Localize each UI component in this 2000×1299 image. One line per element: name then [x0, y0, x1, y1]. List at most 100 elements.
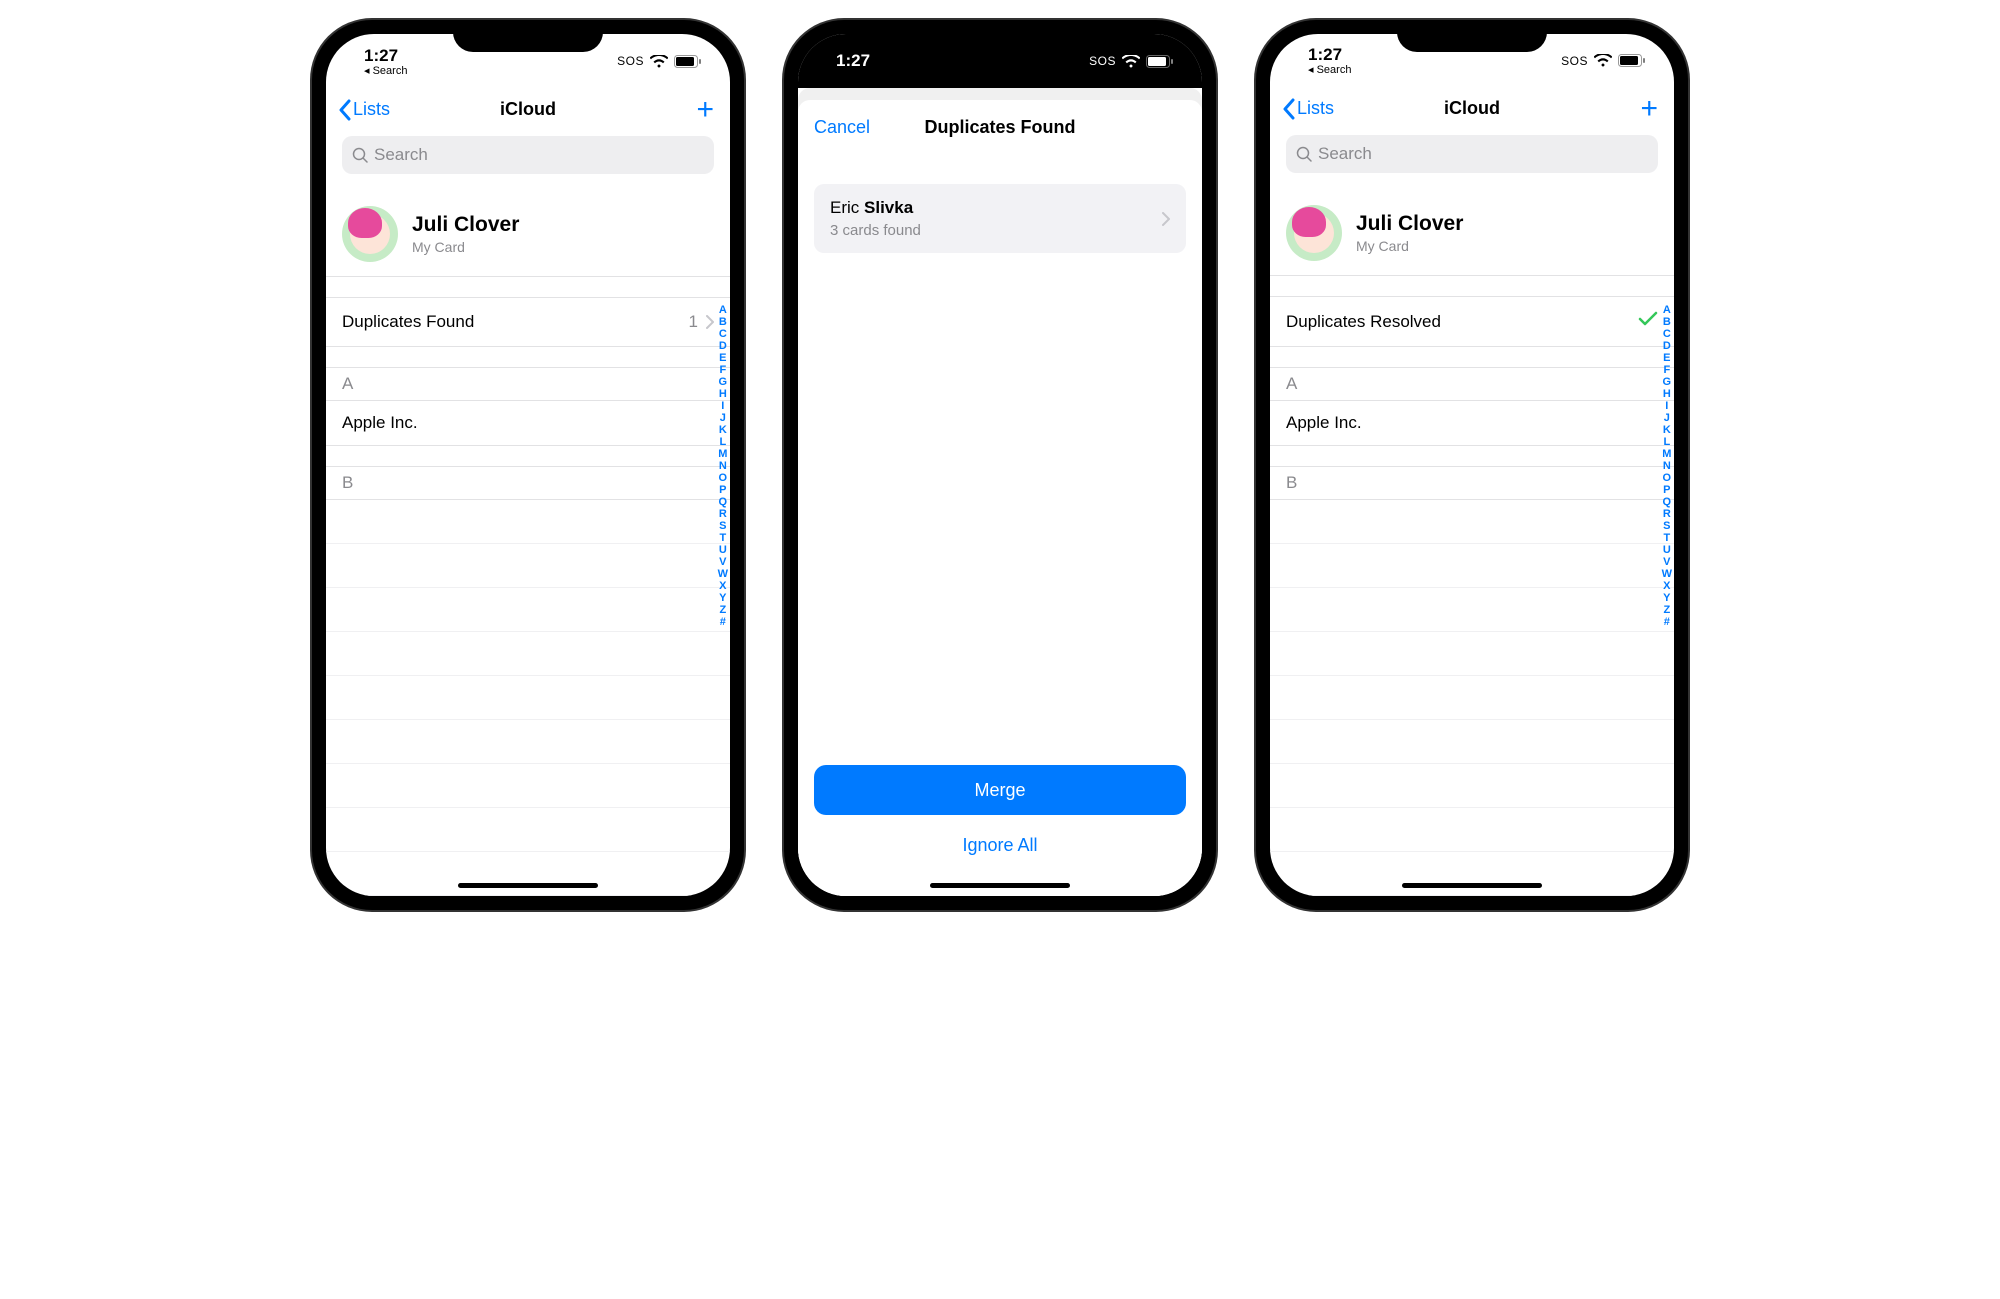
- index-letter[interactable]: R: [719, 508, 727, 520]
- sheet-footer: Merge Ignore All: [798, 765, 1202, 896]
- contact-row[interactable]: Apple Inc.: [1270, 401, 1674, 446]
- index-letter[interactable]: M: [1662, 448, 1671, 460]
- index-letter[interactable]: X: [719, 580, 726, 592]
- index-letter[interactable]: W: [718, 568, 728, 580]
- index-letter[interactable]: Q: [1663, 496, 1672, 508]
- index-letter[interactable]: J: [1664, 412, 1670, 424]
- status-time: 1:27: [836, 51, 870, 71]
- index-letter[interactable]: D: [1663, 340, 1671, 352]
- add-contact-button[interactable]: +: [696, 93, 718, 127]
- index-letter[interactable]: G: [719, 376, 728, 388]
- index-letter[interactable]: I: [721, 400, 724, 412]
- ignore-all-button[interactable]: Ignore All: [962, 835, 1037, 856]
- screen-3: 1:27 ◂ Search SOS Lists iCloud: [1270, 34, 1674, 896]
- index-letter[interactable]: X: [1663, 580, 1670, 592]
- index-letter[interactable]: B: [1663, 316, 1671, 328]
- back-button[interactable]: Lists: [338, 99, 390, 121]
- index-letter[interactable]: B: [719, 316, 727, 328]
- merge-button[interactable]: Merge: [814, 765, 1186, 815]
- status-back-to-search[interactable]: ◂ Search: [1308, 63, 1351, 76]
- chevron-right-icon: [706, 315, 714, 329]
- section-header-b: B: [326, 466, 730, 500]
- index-letter[interactable]: P: [719, 484, 726, 496]
- index-letter[interactable]: O: [1663, 472, 1672, 484]
- index-letter[interactable]: L: [719, 436, 726, 448]
- index-letter[interactable]: V: [719, 556, 726, 568]
- index-letter[interactable]: Y: [719, 592, 726, 604]
- index-letter[interactable]: Y: [1663, 592, 1670, 604]
- contact-row[interactable]: Apple Inc.: [326, 401, 730, 446]
- my-card-row[interactable]: Juli Clover My Card: [1270, 191, 1674, 276]
- index-letter[interactable]: H: [719, 388, 727, 400]
- phone-mockup-1: 1:27 ◂ Search SOS Lists iCloud: [312, 20, 744, 910]
- index-letter[interactable]: F: [1663, 364, 1670, 376]
- index-letter[interactable]: Z: [1663, 604, 1670, 616]
- duplicates-found-row[interactable]: Duplicates Found 1: [326, 297, 730, 347]
- alphabet-index[interactable]: ABCDEFGHIJKLMNOPQRSTUVWXYZ#: [1662, 304, 1672, 628]
- wifi-icon: [1122, 55, 1140, 68]
- index-letter[interactable]: A: [1663, 304, 1671, 316]
- index-letter[interactable]: K: [1663, 424, 1671, 436]
- index-letter[interactable]: V: [1663, 556, 1670, 568]
- index-letter[interactable]: J: [720, 412, 726, 424]
- index-letter[interactable]: U: [719, 544, 727, 556]
- index-letter[interactable]: L: [1663, 436, 1670, 448]
- index-letter[interactable]: G: [1663, 376, 1672, 388]
- home-indicator[interactable]: [1402, 883, 1542, 888]
- home-indicator[interactable]: [930, 883, 1070, 888]
- search-input[interactable]: Search: [1286, 135, 1658, 173]
- index-letter[interactable]: #: [720, 616, 726, 628]
- my-card-row[interactable]: Juli Clover My Card: [326, 192, 730, 277]
- index-letter[interactable]: I: [1665, 400, 1668, 412]
- index-letter[interactable]: T: [719, 532, 726, 544]
- sos-indicator: SOS: [617, 54, 644, 68]
- sos-indicator: SOS: [1561, 54, 1588, 68]
- battery-icon: [674, 55, 702, 68]
- alphabet-index[interactable]: ABCDEFGHIJKLMNOPQRSTUVWXYZ#: [718, 304, 728, 628]
- screen-1: 1:27 ◂ Search SOS Lists iCloud: [326, 34, 730, 896]
- index-letter[interactable]: F: [719, 364, 726, 376]
- home-indicator[interactable]: [458, 883, 598, 888]
- index-letter[interactable]: T: [1663, 532, 1670, 544]
- index-letter[interactable]: H: [1663, 388, 1671, 400]
- back-button[interactable]: Lists: [1282, 98, 1334, 120]
- search-placeholder: Search: [374, 145, 428, 165]
- search-placeholder: Search: [1318, 144, 1372, 164]
- add-contact-button[interactable]: +: [1640, 92, 1662, 126]
- index-letter[interactable]: C: [1663, 328, 1671, 340]
- index-letter[interactable]: E: [719, 352, 726, 364]
- index-letter[interactable]: P: [1663, 484, 1670, 496]
- index-letter[interactable]: R: [1663, 508, 1671, 520]
- my-card-sub: My Card: [412, 239, 519, 255]
- index-letter[interactable]: C: [719, 328, 727, 340]
- back-label: Lists: [1297, 98, 1334, 119]
- index-letter[interactable]: N: [1663, 460, 1671, 472]
- index-letter[interactable]: U: [1663, 544, 1671, 556]
- index-letter[interactable]: Z: [719, 604, 726, 616]
- index-letter[interactable]: Q: [719, 496, 728, 508]
- index-letter[interactable]: A: [719, 304, 727, 316]
- index-letter[interactable]: O: [719, 472, 728, 484]
- index-letter[interactable]: M: [718, 448, 727, 460]
- phone-mockup-3: 1:27 ◂ Search SOS Lists iCloud: [1256, 20, 1688, 910]
- index-letter[interactable]: E: [1663, 352, 1670, 364]
- wifi-icon: [1594, 54, 1612, 67]
- index-letter[interactable]: N: [719, 460, 727, 472]
- index-letter[interactable]: #: [1664, 616, 1670, 628]
- index-letter[interactable]: S: [719, 520, 726, 532]
- status-back-to-search[interactable]: ◂ Search: [364, 64, 407, 77]
- avatar: [1286, 205, 1342, 261]
- duplicates-label: Duplicates Found: [342, 312, 474, 332]
- index-letter[interactable]: D: [719, 340, 727, 352]
- search-input[interactable]: Search: [342, 136, 714, 174]
- sos-indicator: SOS: [1089, 54, 1116, 68]
- chevron-right-icon: [1162, 212, 1170, 226]
- index-letter[interactable]: K: [719, 424, 727, 436]
- sheet-nav: Cancel Duplicates Found: [798, 100, 1202, 154]
- duplicate-contact-card[interactable]: Eric Slivka 3 cards found: [814, 184, 1186, 253]
- index-letter[interactable]: S: [1663, 520, 1670, 532]
- index-letter[interactable]: W: [1662, 568, 1672, 580]
- battery-icon: [1618, 54, 1646, 67]
- empty-list-area: [326, 500, 730, 896]
- cancel-button[interactable]: Cancel: [814, 117, 870, 138]
